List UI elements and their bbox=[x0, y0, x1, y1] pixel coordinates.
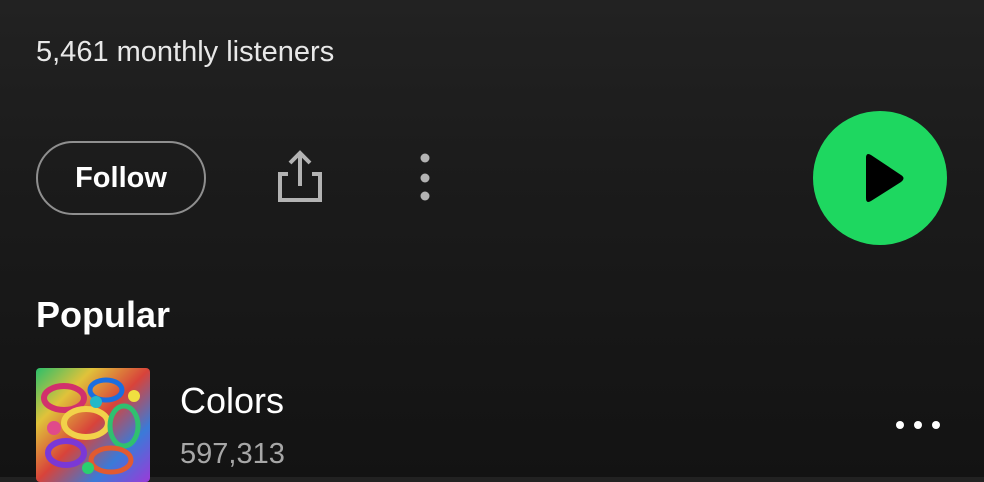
share-button[interactable] bbox=[270, 148, 330, 208]
follow-button[interactable]: Follow bbox=[36, 141, 206, 215]
more-horizontal-icon bbox=[896, 421, 940, 429]
play-icon bbox=[866, 154, 904, 202]
track-album-art bbox=[36, 368, 150, 482]
track-play-count: 597,313 bbox=[180, 438, 285, 470]
track-more-button[interactable] bbox=[892, 410, 944, 440]
play-button[interactable] bbox=[813, 111, 947, 245]
more-vertical-icon bbox=[420, 153, 430, 201]
track-title: Colors bbox=[180, 380, 285, 421]
more-options-button[interactable] bbox=[410, 150, 440, 206]
track-row[interactable]: Colors 597,313 bbox=[0, 366, 984, 482]
share-icon bbox=[278, 150, 322, 202]
monthly-listeners: 5,461 monthly listeners bbox=[36, 36, 335, 68]
section-title-popular: Popular bbox=[36, 294, 171, 335]
